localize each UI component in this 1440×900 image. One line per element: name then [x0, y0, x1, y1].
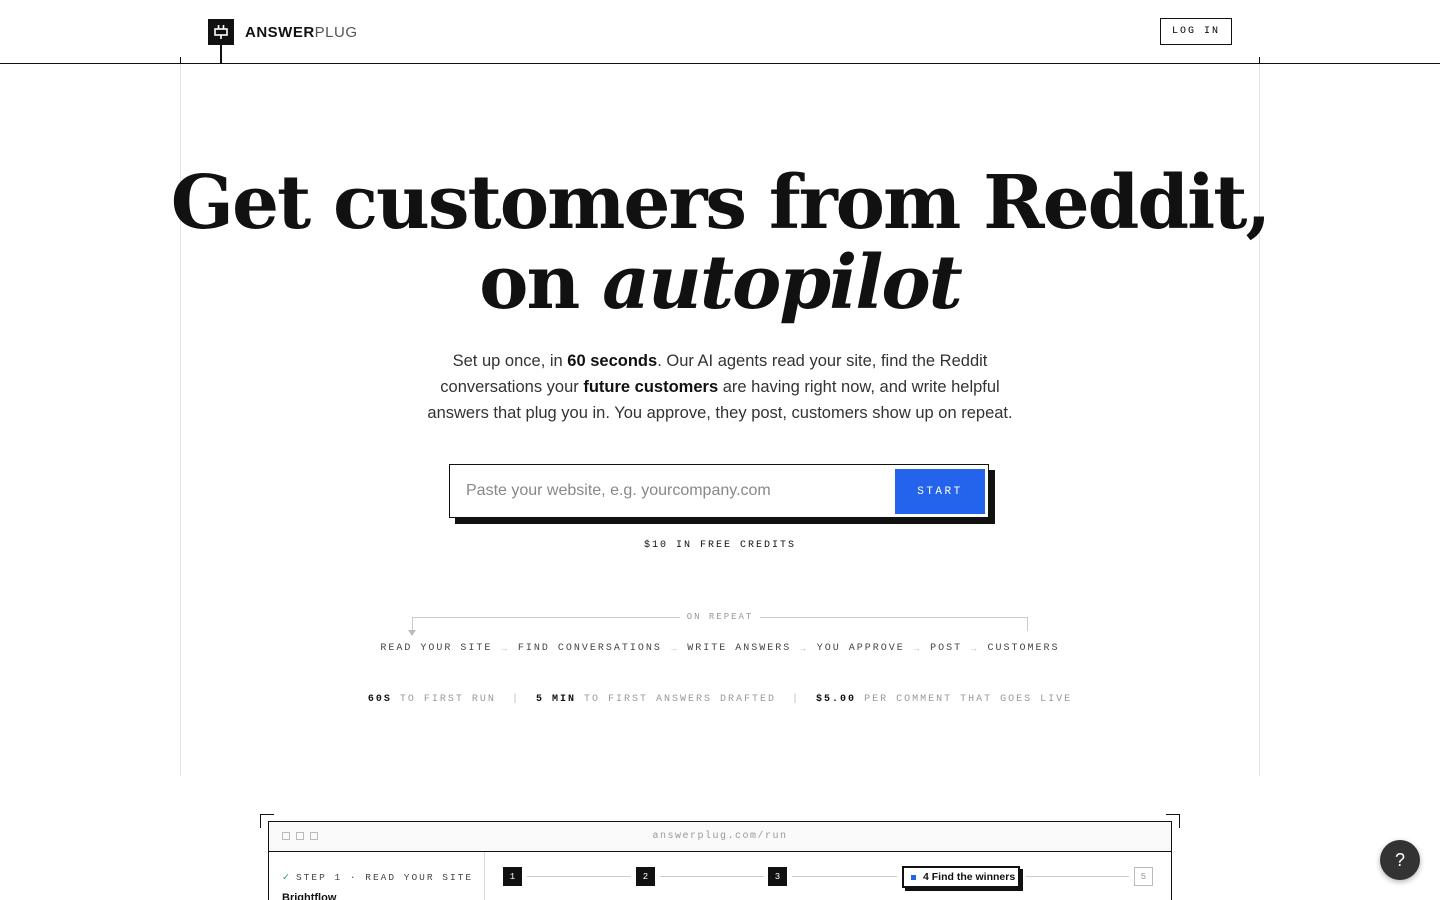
hero-headline: Get customers from Reddit, on autopilot	[0, 163, 1440, 323]
process-step: WRITE ANSWERS	[687, 643, 792, 654]
arrow-right-icon: →	[501, 643, 509, 654]
brand-name-bold: ANSWER	[245, 23, 315, 41]
preview-sidebar: ✓ STEP 1 · READ YOUR SITE Brightflow	[269, 852, 485, 900]
brand-name: ANSWERPLUG	[245, 24, 358, 41]
progress-connector	[527, 876, 631, 877]
check-icon: ✓	[282, 872, 292, 883]
stats-row: 60S TO FIRST RUN | 5 MIN TO FIRST ANSWER…	[0, 694, 1440, 705]
app-preview-window: answerplug.com/run ✓ STEP 1 · READ YOUR S…	[268, 821, 1172, 900]
progress-connector	[660, 876, 764, 877]
website-input[interactable]	[450, 465, 894, 517]
on-repeat-label: ON REPEAT	[680, 612, 760, 622]
hero-subtext: Set up once, in 60 seconds. Our AI agent…	[420, 348, 1020, 426]
subtext-part-1: Set up once, in	[452, 352, 568, 370]
progress-step-2[interactable]: 2	[636, 867, 655, 886]
stat-value: 5 MIN	[535, 694, 576, 705]
arrow-right-icon: →	[670, 643, 679, 654]
process-step: FIND CONVERSATIONS	[517, 643, 662, 654]
stat-divider: |	[792, 694, 801, 705]
process-step: POST	[930, 643, 963, 654]
progress-step-1[interactable]: 1	[503, 867, 522, 886]
process-step: CUSTOMERS	[987, 643, 1060, 654]
free-credits-note: $10 IN FREE CREDITS	[643, 540, 797, 551]
loop-connector-left	[412, 617, 413, 631]
stat-label: TO FIRST ANSWERS DRAFTED	[583, 694, 777, 705]
progress-step-4-active[interactable]: 4 Find the winners	[902, 866, 1020, 888]
process-step: YOU APPROVE	[816, 643, 905, 654]
headline-italic: autopilot	[602, 240, 963, 326]
active-step-number: 4	[923, 871, 929, 883]
arrow-right-icon: →	[971, 643, 979, 654]
stat-item: 5 MIN TO FIRST ANSWERS DRAFTED	[536, 694, 776, 705]
active-square-icon	[911, 874, 916, 880]
arrow-right-icon: →	[800, 643, 808, 654]
progress-connector	[792, 876, 897, 877]
subtext-bold-2: future customers	[583, 378, 719, 396]
process-steps: READ YOUR SITE → FIND CONVERSATIONS → WR…	[0, 643, 1440, 654]
loop-arrow-icon	[408, 630, 416, 636]
step-label-text: STEP 1 · READ YOUR SITE	[295, 872, 474, 883]
site-header: ANSWERPLUG LOG IN	[0, 0, 1440, 64]
plug-icon	[208, 19, 234, 45]
brand-name-light: PLUG	[314, 23, 358, 41]
progress-step-5[interactable]: 5	[1134, 867, 1153, 886]
help-button[interactable]: ?	[1380, 840, 1420, 880]
website-form: START	[449, 464, 989, 518]
stat-value: $5.00	[816, 694, 857, 705]
arrow-right-icon: →	[913, 643, 922, 654]
logo-stem	[220, 45, 222, 63]
process-step: READ YOUR SITE	[380, 643, 493, 654]
subtext-bold-1: 60 seconds	[567, 352, 658, 370]
preview-titlebar: answerplug.com/run	[269, 822, 1171, 852]
login-button[interactable]: LOG IN	[1160, 18, 1232, 45]
preview-url: answerplug.com/run	[652, 831, 788, 842]
stat-item: $5.00 PER COMMENT THAT GOES LIVE	[816, 694, 1072, 705]
brand-logo[interactable]: ANSWERPLUG	[208, 19, 358, 63]
progress-step-3[interactable]: 3	[768, 867, 787, 886]
loop-connector-right	[1027, 617, 1028, 631]
stat-label: TO FIRST RUN	[399, 694, 496, 705]
stat-item: 60S TO FIRST RUN	[368, 694, 496, 705]
preview-brand-name: Brightflow	[282, 892, 337, 900]
start-button[interactable]: START	[895, 469, 985, 514]
preview-step-label: ✓ STEP 1 · READ YOUR SITE	[282, 872, 473, 883]
progress-connector	[1026, 876, 1129, 877]
stat-value: 60S	[367, 694, 392, 705]
headline-line-1: Get customers from Reddit,	[170, 160, 1271, 246]
stat-label: PER COMMENT THAT GOES LIVE	[864, 694, 1073, 705]
headline-on: on	[479, 240, 603, 326]
stat-divider: |	[511, 694, 520, 705]
active-step-label: Find the winners	[931, 871, 1016, 883]
